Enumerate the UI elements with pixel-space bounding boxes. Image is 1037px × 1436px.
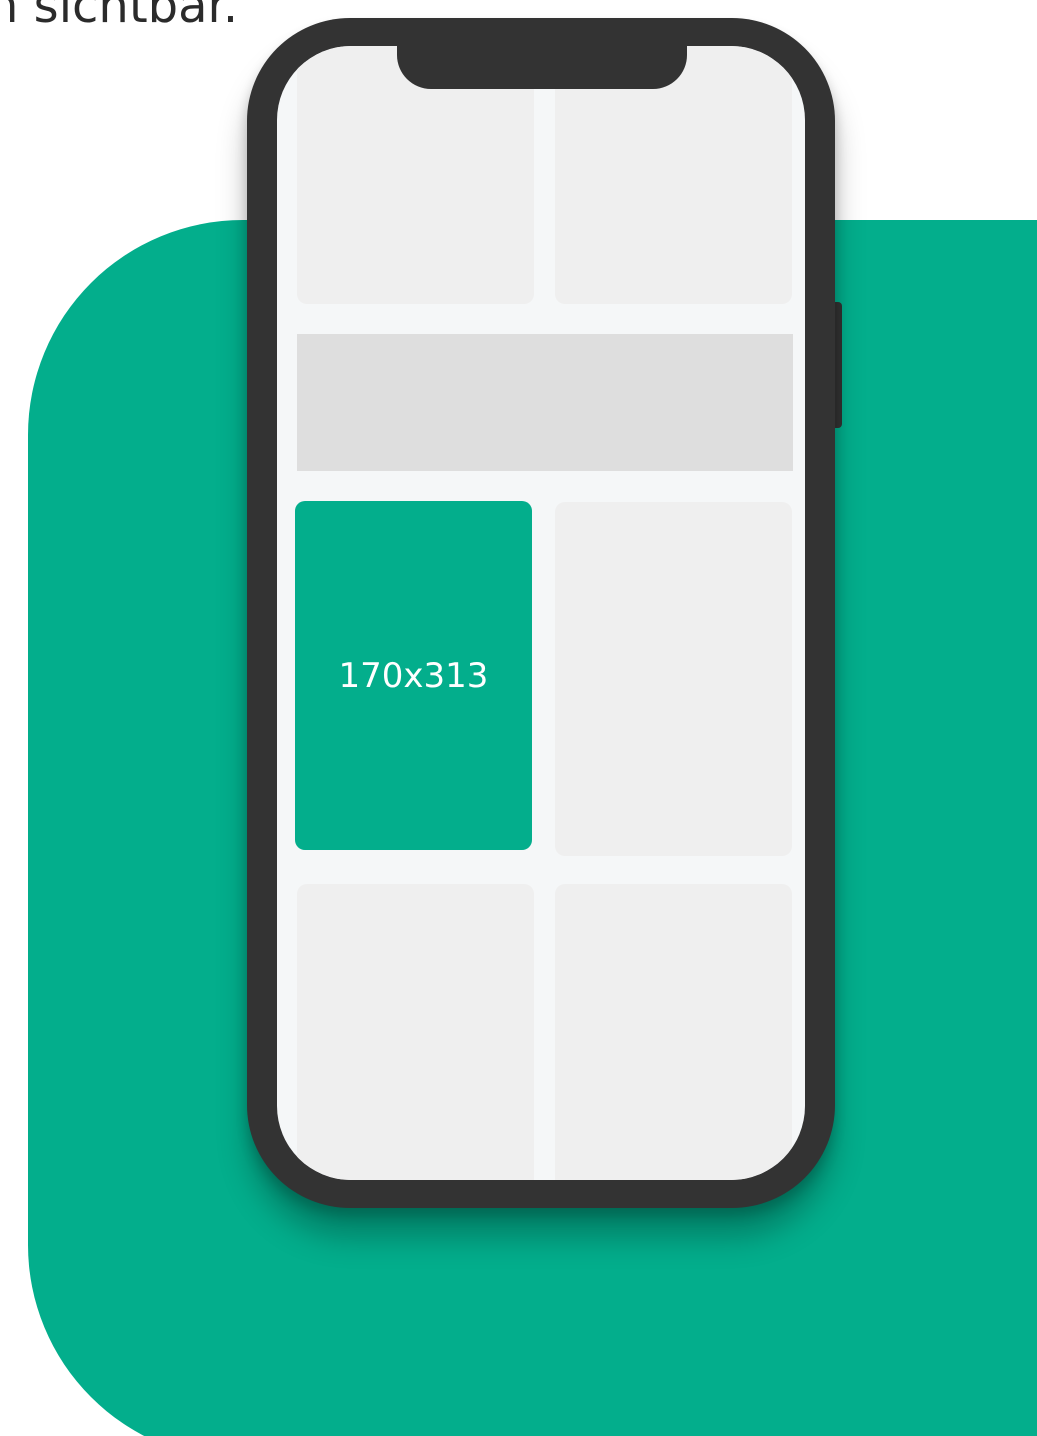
phone-notch bbox=[397, 18, 687, 89]
phone-frame: 170x313 bbox=[247, 18, 835, 1208]
ad-banner[interactable] bbox=[297, 334, 793, 471]
ad-tile-bottom-right[interactable] bbox=[555, 884, 792, 1180]
caption-text: n sichtbar. bbox=[0, 0, 239, 34]
page: n sichtbar. 170x313 bbox=[0, 0, 1037, 1436]
highlighted-ad-tile[interactable]: 170x313 bbox=[295, 501, 532, 850]
ad-tile-bottom-left[interactable] bbox=[297, 884, 534, 1180]
ad-size-label: 170x313 bbox=[338, 655, 489, 696]
phone-screen: 170x313 bbox=[277, 46, 805, 1180]
phone-side-button bbox=[834, 302, 842, 428]
ad-tile-middle-right[interactable] bbox=[555, 502, 792, 856]
